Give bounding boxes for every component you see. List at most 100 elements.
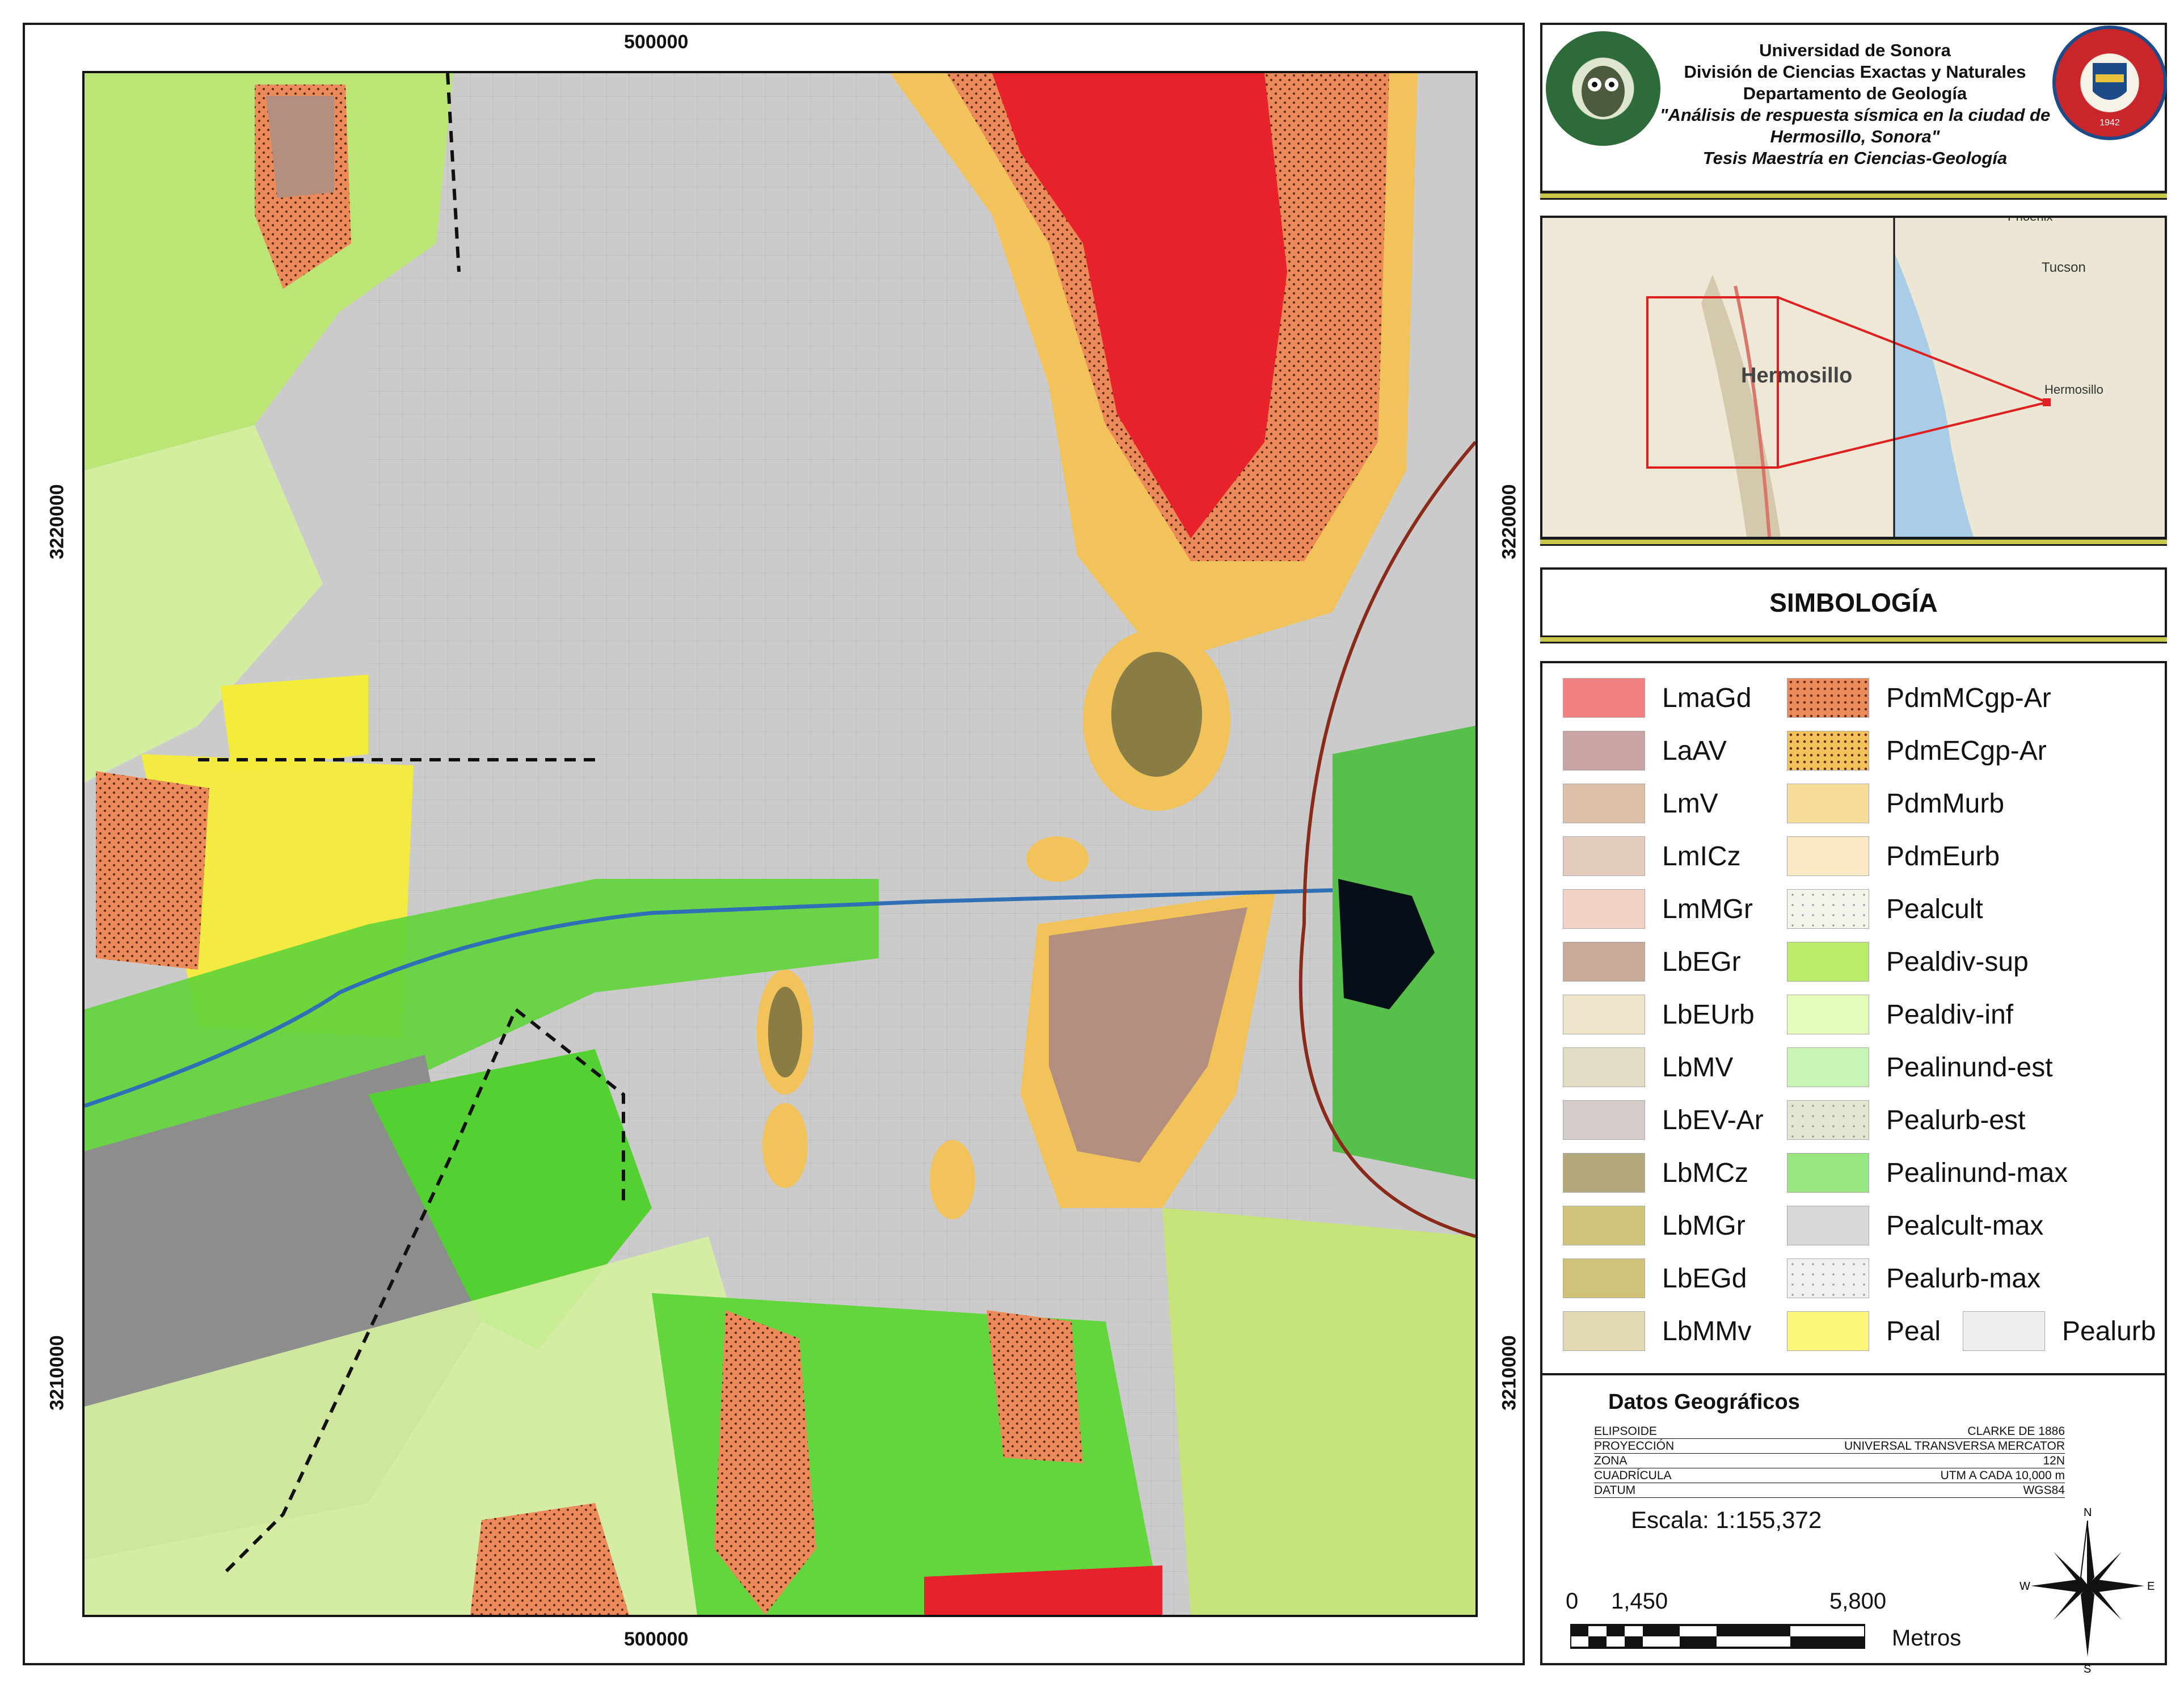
scale-text: Escala: 1:155,372: [1631, 1506, 1822, 1533]
datos-key: DATUM: [1594, 1484, 1636, 1497]
legend-swatch: [1963, 1311, 2045, 1351]
legend-label: LmV: [1662, 789, 1718, 819]
legend-label: Pealurb: [2062, 1316, 2156, 1346]
divider-3: [1540, 635, 2167, 643]
datos-row: CUADRÍCULA UTM A CADA 10,000 m: [1594, 1468, 2065, 1483]
scale-tick-2: 5,800: [1829, 1589, 1887, 1614]
zone-lbmcz-east-inner: [1111, 652, 1202, 777]
legend-swatch: [1787, 784, 1869, 823]
legend-label: LbMV: [1662, 1053, 1734, 1083]
title-block: Universidad de Sonora División de Cienci…: [1628, 40, 2082, 169]
legend-label: LbMMv: [1662, 1316, 1752, 1346]
datos-title: Datos Geográficos: [1608, 1390, 1800, 1414]
datos-value: WGS84: [2023, 1484, 2065, 1497]
legend-label: LbEGd: [1662, 1264, 1747, 1294]
legend-swatch: [1563, 1258, 1645, 1298]
zone-pdmmcgp-w-dots: [96, 771, 209, 970]
legend-swatch: [1787, 731, 1869, 771]
legend-label: LmaGd: [1662, 683, 1752, 713]
legend-swatch: [1563, 889, 1645, 929]
legend-label: Pealdiv-inf: [1886, 1000, 2014, 1030]
legend-swatch: [1563, 731, 1645, 771]
svg-text:N: N: [2084, 1506, 2092, 1519]
legend-label: PdmMCgp-Ar: [1886, 683, 2051, 713]
inset-label-hermosillo-big: Hermosillo: [1741, 364, 1852, 388]
datos-key: CUADRÍCULA: [1594, 1469, 1672, 1482]
legend-label: Pealdiv-sup: [1886, 947, 2029, 977]
legend-label: LbEUrb: [1662, 1000, 1755, 1030]
zone-lbmcz-center1-inner: [768, 987, 802, 1077]
legend-swatch: [1787, 1047, 1869, 1087]
legend-swatch: [1787, 836, 1869, 876]
zone-lbmcz-center2: [762, 1103, 808, 1188]
legend-swatch: [1787, 1100, 1869, 1140]
datos-row: ZONA 12N: [1594, 1454, 2065, 1468]
inset-panel: Hermosillo Phoenix Tucson Hermosillo: [1540, 216, 2167, 539]
coord-right-upper: 3220000: [1498, 484, 1520, 559]
legend-swatch: [1787, 1258, 1869, 1298]
legend-swatch: [1563, 1047, 1645, 1087]
coord-bottom-x: 500000: [624, 1628, 689, 1650]
zone-lbmcz-center3: [930, 1140, 975, 1219]
legend-swatch: [1787, 1311, 1869, 1351]
coord-right-lower: 3210000: [1498, 1335, 1520, 1411]
svg-text:S: S: [2084, 1663, 2091, 1674]
scale-unit: Metros: [1892, 1626, 1962, 1651]
legend-label: LbEGr: [1662, 947, 1741, 977]
datos-row: DATUM WGS84: [1594, 1483, 2065, 1498]
zone-lbmcz-center4: [1026, 836, 1089, 882]
legend-swatch: [1563, 995, 1645, 1034]
divider-2: [1540, 538, 2167, 546]
legend-title: SIMBOLOGÍA: [1769, 588, 1938, 617]
inset-label-phoenix: Phoenix: [2008, 218, 2053, 224]
zone-peal-yellow: [221, 675, 368, 771]
legend-swatch: [1563, 784, 1645, 823]
hermosillo-marker: [2043, 398, 2051, 406]
geologic-map[interactable]: [82, 71, 1478, 1617]
legend-label: Pealinund-max: [1886, 1158, 2068, 1188]
legend-swatch: [1563, 1206, 1645, 1245]
datos-value: CLARKE DE 1886: [1967, 1425, 2065, 1438]
locator-map: Hermosillo Phoenix Tucson Hermosillo: [1542, 218, 2165, 537]
datos-row: ELIPSOIDE CLARKE DE 1886: [1594, 1424, 2065, 1439]
datos-value: UNIVERSAL TRANSVERSA MERCATOR: [1844, 1439, 2065, 1453]
legend-swatch: [1563, 836, 1645, 876]
legend-swatch: [1563, 1153, 1645, 1193]
datos-key: ZONA: [1594, 1454, 1628, 1467]
svg-text:E: E: [2147, 1580, 2155, 1593]
legend-label: LbMGr: [1662, 1211, 1745, 1241]
division-name: División de Ciencias Exactas y Naturales: [1684, 62, 2026, 82]
legend-label: Pealcult-max: [1886, 1211, 2044, 1241]
coord-top-x: 500000: [624, 31, 689, 53]
legend-label: LbEV-Ar: [1662, 1105, 1764, 1135]
zone-lbegr-nw: [266, 96, 334, 198]
scale-bar: [1570, 1624, 1865, 1649]
scale-tick-0: 0: [1566, 1589, 1579, 1614]
datos-key: ELIPSOIDE: [1594, 1425, 1657, 1438]
legend-label: LbMCz: [1662, 1158, 1749, 1188]
datos-value: 12N: [2043, 1454, 2065, 1467]
legend-label: PdmEurb: [1886, 841, 2000, 872]
coord-left-lower: 3210000: [46, 1335, 68, 1411]
legend-swatch: [1563, 1100, 1645, 1140]
legend-swatch: [1787, 889, 1869, 929]
legend-swatch: [1563, 1311, 1645, 1351]
legend-label: LaAV: [1662, 736, 1727, 766]
legend-swatch: [1787, 942, 1869, 982]
north-arrow-icon: N S E W: [2019, 1506, 2155, 1674]
zone-pealdiv-sup-se: [1162, 1208, 1475, 1615]
legend-label: Peal: [1886, 1316, 1941, 1346]
legend-swatch: [1563, 678, 1645, 718]
datos-key: PROYECCIÓN: [1594, 1439, 1675, 1453]
legend-label: Pealurb-max: [1886, 1264, 2041, 1294]
thesis-title-2: Hermosillo, Sonora": [1770, 127, 1940, 146]
legend-label: Pealcult: [1886, 894, 1983, 924]
legend-swatch: [1563, 942, 1645, 982]
inset-label-tucson: Tucson: [2042, 260, 2086, 275]
legend-swatch: [1787, 1153, 1869, 1193]
legend-label: Pealurb-est: [1886, 1105, 2026, 1135]
svg-text:W: W: [2019, 1580, 2030, 1593]
legend-label: PdmECgp-Ar: [1886, 736, 2047, 766]
legend-label: PdmMurb: [1886, 789, 2005, 819]
university-name: Universidad de Sonora: [1759, 40, 1951, 60]
